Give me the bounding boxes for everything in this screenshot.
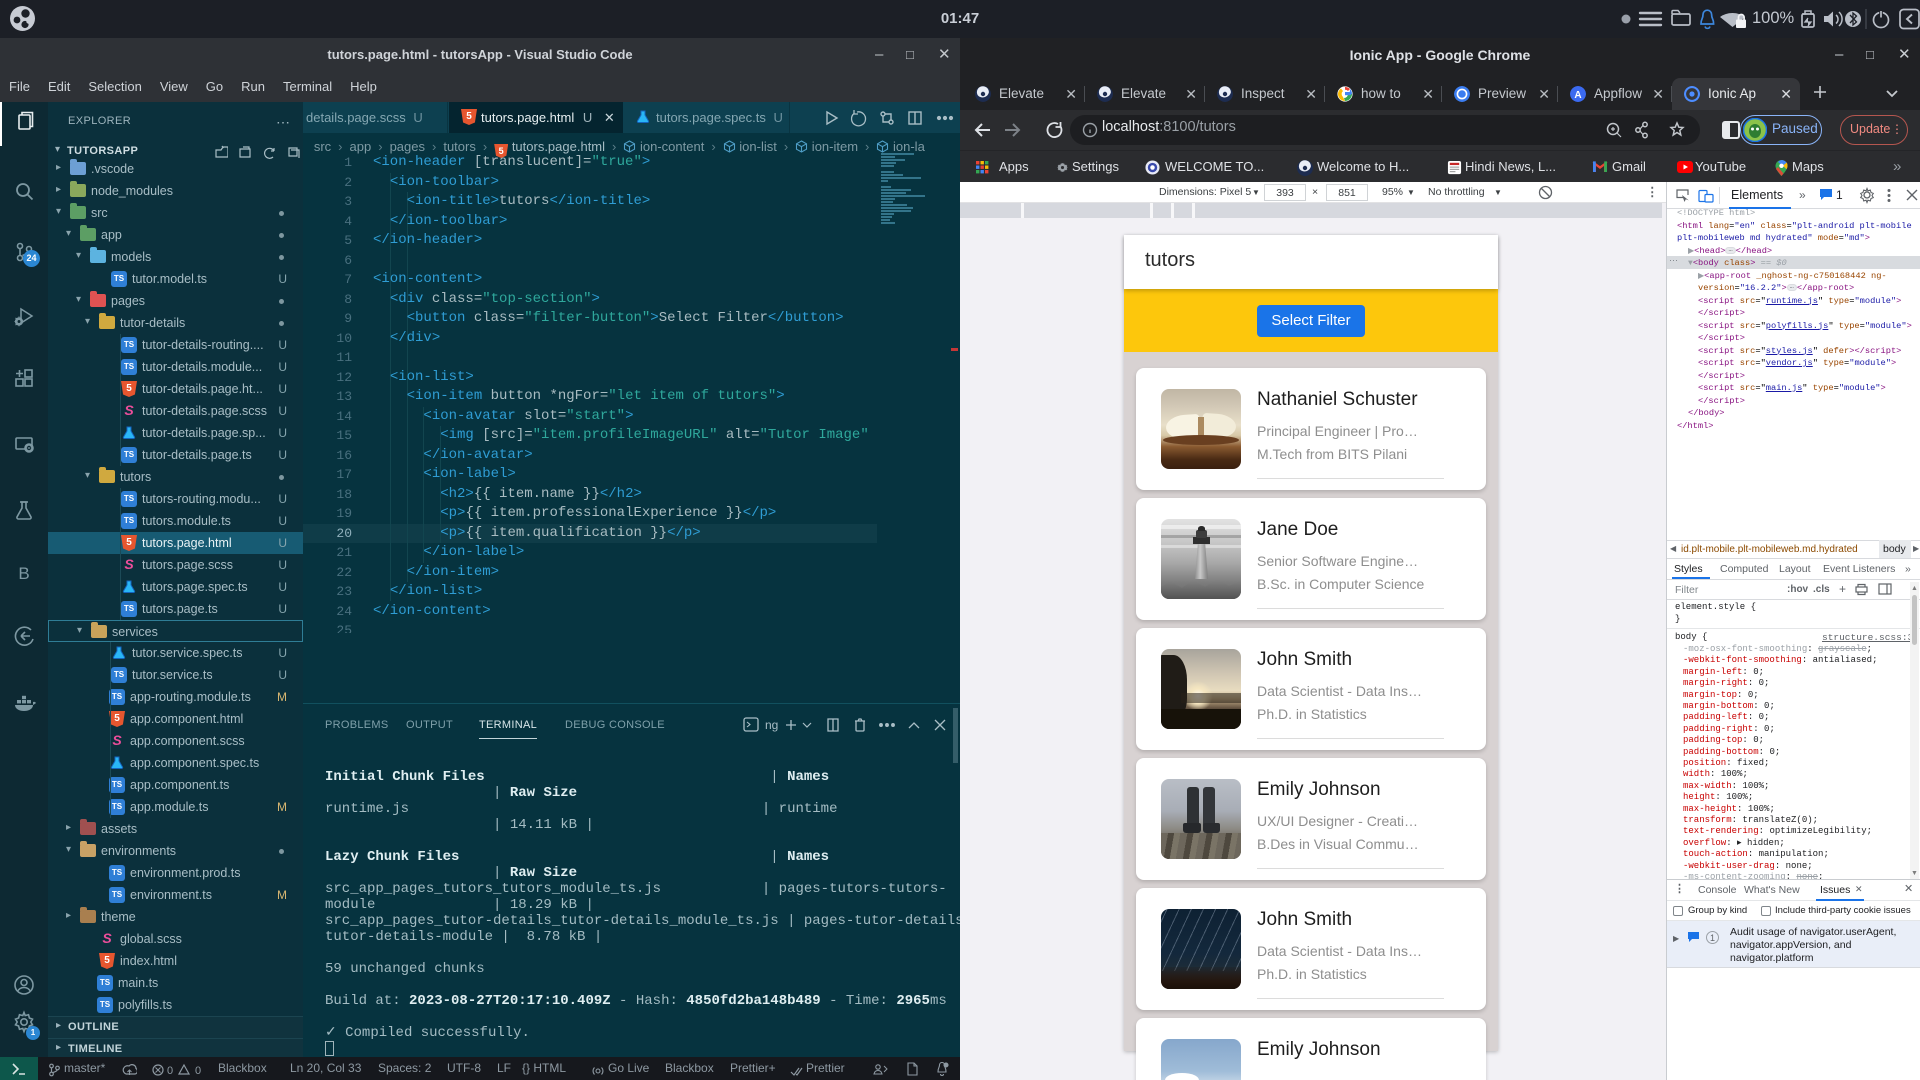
svg-text:0: 0 <box>195 1065 201 1077</box>
svg-text:A: A <box>1574 90 1581 101</box>
svg-text:B: B <box>18 564 29 583</box>
svg-text:0: 0 <box>167 1065 173 1077</box>
svg-text:ng: ng <box>765 718 778 732</box>
